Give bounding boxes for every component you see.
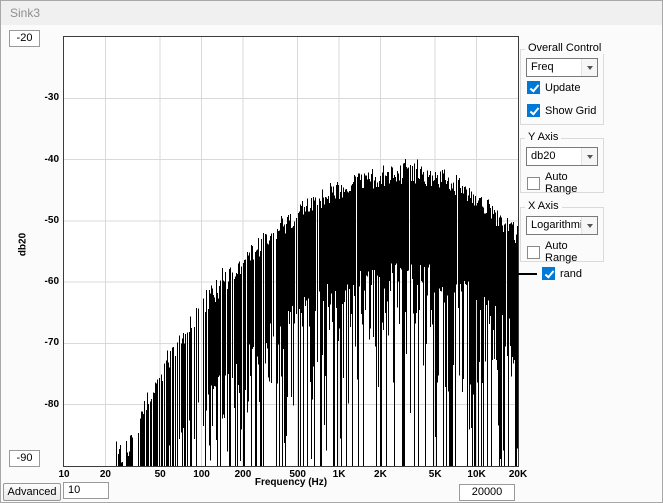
x-axis-group-label: X Axis xyxy=(525,200,562,212)
chevron-down-icon[interactable] xyxy=(581,59,597,76)
x-auto-range-checkbox[interactable] xyxy=(527,246,540,259)
titlebar[interactable]: Sink3 xyxy=(1,1,662,25)
y-auto-range-checkbox-label: Auto Range xyxy=(545,171,603,195)
chevron-down-icon[interactable] xyxy=(581,148,597,165)
x-axis-group: X Axis Logarithmic Auto Range xyxy=(520,207,604,262)
series-color-sample xyxy=(515,273,537,275)
show-grid-checkbox-row[interactable]: Show Grid xyxy=(527,104,596,117)
x-axis-title: Frequency (Hz) xyxy=(63,477,519,488)
sink3-window: Sink3 -20 -90 db20 -30 -40 -50 -60 -70 -80 10… xyxy=(0,0,663,503)
advanced-button[interactable]: Advanced xyxy=(3,483,61,501)
update-checkbox-row[interactable]: Update xyxy=(527,81,580,94)
x-auto-range-checkbox-row[interactable]: Auto Range xyxy=(527,240,603,264)
rand-series-label: rand xyxy=(560,268,582,280)
y-auto-range-checkbox[interactable] xyxy=(527,177,540,190)
y-axis-group-label: Y Axis xyxy=(525,131,561,143)
y-tick-label: -30 xyxy=(31,92,59,103)
show-grid-checkbox-label: Show Grid xyxy=(545,105,596,117)
x-max-input[interactable]: 20000 xyxy=(459,484,515,501)
domain-select-value: Freq xyxy=(531,61,554,73)
y-axis-title: db20 xyxy=(18,229,29,261)
y-tick-label: -50 xyxy=(31,215,59,226)
overall-control-group: Overall Control Freq Update Show Grid xyxy=(520,49,604,125)
x-scale-select-value: Logarithmic xyxy=(531,219,588,231)
y-axis-group: Y Axis db20 Auto Range xyxy=(520,138,604,193)
update-checkbox[interactable] xyxy=(527,81,540,94)
x-auto-range-checkbox-label: Auto Range xyxy=(545,240,603,264)
y-scale-select[interactable]: db20 xyxy=(526,147,598,166)
y-min-input[interactable]: -90 xyxy=(9,450,40,467)
y-tick-label: -60 xyxy=(31,276,59,287)
spectrum-trace xyxy=(64,37,518,466)
chevron-down-icon[interactable] xyxy=(581,217,597,234)
y-tick-label: -40 xyxy=(31,154,59,165)
domain-select[interactable]: Freq xyxy=(526,58,598,77)
plot-area[interactable] xyxy=(63,36,519,467)
y-tick-label: -80 xyxy=(31,399,59,410)
x-min-input[interactable]: 10 xyxy=(63,482,109,499)
overall-control-group-label: Overall Control xyxy=(525,42,604,54)
y-auto-range-checkbox-row[interactable]: Auto Range xyxy=(527,171,603,195)
window-title: Sink3 xyxy=(10,6,40,20)
legend: rand xyxy=(515,267,582,280)
y-scale-select-value: db20 xyxy=(531,150,555,162)
update-checkbox-label: Update xyxy=(545,82,580,94)
rand-series-checkbox[interactable] xyxy=(542,267,555,280)
y-max-input[interactable]: -20 xyxy=(9,30,40,47)
y-tick-label: -70 xyxy=(31,337,59,348)
show-grid-checkbox[interactable] xyxy=(527,104,540,117)
x-scale-select[interactable]: Logarithmic xyxy=(526,216,598,235)
